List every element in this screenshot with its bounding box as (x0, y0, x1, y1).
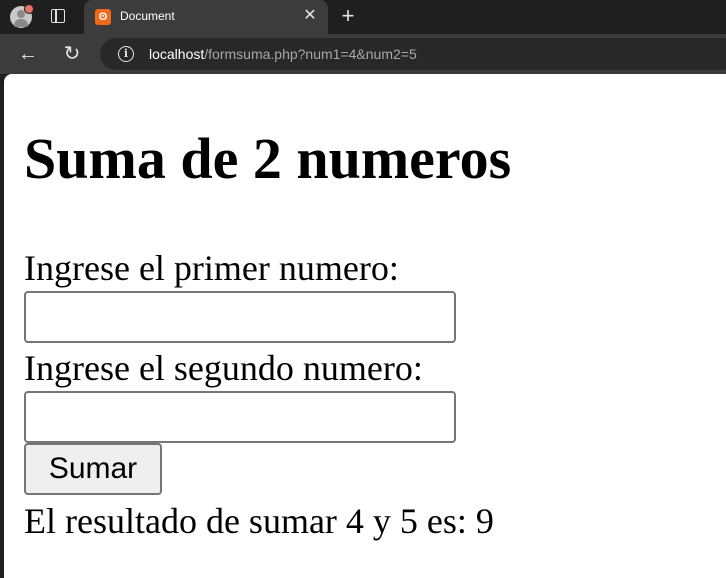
site-info-icon[interactable]: i (118, 46, 134, 62)
reload-icon[interactable]: ↻ (60, 42, 84, 66)
sumar-button[interactable]: Sumar (24, 443, 162, 495)
profile-notification-dot (24, 4, 34, 14)
num2-input[interactable] (24, 391, 456, 443)
num1-input[interactable] (24, 291, 456, 343)
url-host: localhost (149, 46, 205, 62)
browser-toolbar: ← ↻ i localhost/formsuma.php?num1=4&num2… (0, 34, 726, 74)
num2-label: Ingrese el segundo numero: (24, 348, 423, 388)
address-bar[interactable]: i localhost/formsuma.php?num1=4&num2=5 (100, 38, 726, 70)
close-tab-icon[interactable]: ✕ (302, 8, 318, 24)
xampp-favicon-icon: ʘ (95, 9, 111, 25)
new-tab-icon[interactable]: + (338, 5, 358, 27)
back-arrow-icon[interactable]: ← (16, 42, 40, 66)
result-text: El resultado de sumar 4 y 5 es: 9 (24, 501, 494, 541)
tab-document[interactable]: ʘ Document ✕ (84, 0, 328, 34)
page-content: Suma de 2 numeros Ingrese el primer nume… (4, 74, 726, 578)
profile-avatar-icon[interactable] (10, 4, 34, 28)
avatar-body (14, 19, 28, 27)
num1-label: Ingrese el primer numero: (24, 248, 399, 288)
page-title: Suma de 2 numeros (24, 126, 512, 191)
tab-strip: ʘ Document ✕ + (0, 0, 726, 34)
tab-title: Document (120, 9, 175, 23)
url-text: localhost/formsuma.php?num1=4&num2=5 (149, 46, 417, 62)
url-path: /formsuma.php?num1=4&num2=5 (204, 46, 417, 62)
tab-actions-icon[interactable] (51, 9, 65, 23)
